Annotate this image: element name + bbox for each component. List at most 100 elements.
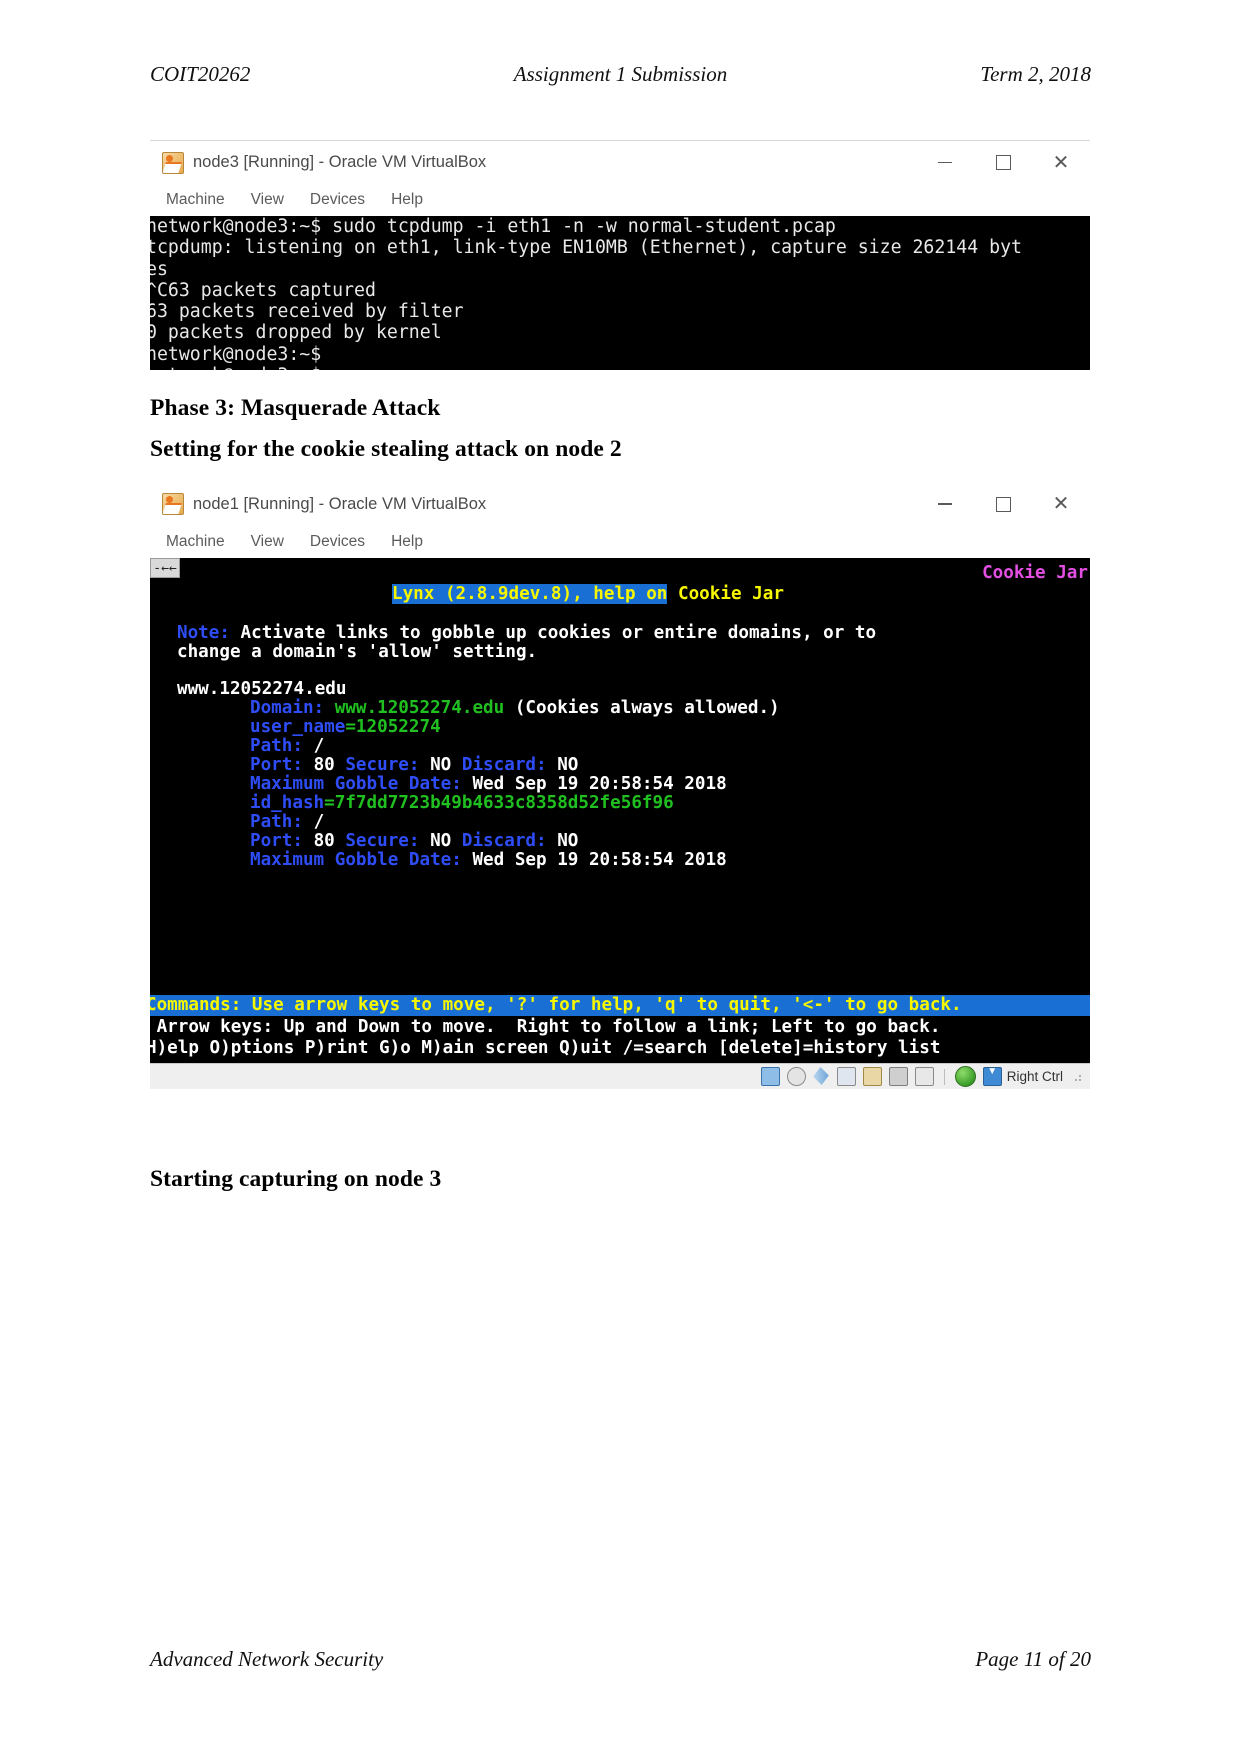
lynx-status-commands: Commands: Use arrow keys to move, '?' fo… <box>150 995 1090 1016</box>
lynx-entry-gobble-value: Wed Sep 19 20:58:54 2018 <box>472 850 727 870</box>
document-page: COIT20262 Assignment 1 Submission Term 2… <box>0 0 1241 1754</box>
sp <box>451 831 462 851</box>
lynx-entry-secure-value: NO <box>430 755 452 775</box>
document-footer: Advanced Network Security Page 11 of 20 <box>150 1647 1091 1672</box>
lynx-note-line-1: Note: Activate links to gobble up cookie… <box>177 623 877 643</box>
lynx-entry-discard-label: Discard: <box>461 755 547 775</box>
menu-item-devices[interactable]: Devices <box>310 191 365 209</box>
lynx-title-highlight: Lynx (2.8.9dev.8), help on <box>392 584 668 604</box>
lynx-note-text: Activate links to gobble up cookies or e… <box>229 623 877 643</box>
menu-item-machine[interactable]: Machine <box>166 533 225 551</box>
vm-window-node3[interactable]: node3 [Running] - Oracle VM VirtualBox ✕… <box>150 140 1090 370</box>
menubar-node1[interactable]: Machine View Devices Help <box>150 526 1090 558</box>
lynx-entry-idhash-value: =7f7dd7723b49b4633c8358d52fe56f96 <box>324 793 674 813</box>
menu-item-machine[interactable]: Machine <box>166 191 225 209</box>
terminal-line: network@node3:~$ <box>150 343 322 365</box>
lynx-back-tab[interactable]: -←← <box>150 558 180 578</box>
sp <box>547 831 558 851</box>
lynx-entry-port-value: 80 <box>313 755 335 775</box>
lynx-entry-port-1: Port: 80 Secure: NO Discard: NO <box>250 755 578 775</box>
lynx-entry-discard-value: NO <box>557 831 579 851</box>
sp <box>462 850 473 870</box>
menu-item-view[interactable]: View <box>251 533 284 551</box>
terminal-output: network@node3:~$ sudo tcpdump -i eth1 -n… <box>150 216 1022 370</box>
sp <box>303 812 314 832</box>
menu-item-devices[interactable]: Devices <box>310 533 365 551</box>
lynx-entry-port-label: Port: <box>250 831 303 851</box>
footer-unit-name: Advanced Network Security <box>150 1647 384 1671</box>
lynx-entry-label[interactable]: id_hash <box>250 793 324 813</box>
lynx-page-label: Cookie Jar <box>982 563 1088 583</box>
status-separator <box>943 1068 945 1085</box>
vm-status-bar: Right Ctrl <box>150 1063 1090 1089</box>
lynx-note-line-2: change a domain's 'allow' setting. <box>177 642 538 662</box>
sp <box>547 755 558 775</box>
minimize-button[interactable] <box>916 141 974 184</box>
close-button[interactable]: ✕ <box>1032 141 1090 184</box>
heading-phase-3: Phase 3: Masquerade Attack <box>150 395 441 421</box>
resize-grip[interactable] <box>1074 1071 1084 1082</box>
lynx-note-label[interactable]: Note: <box>177 623 230 643</box>
lynx-entry-label[interactable]: user_name <box>250 717 345 737</box>
terminal-line: 0 packets dropped by kernel <box>150 322 442 344</box>
terminal-line: ^C63 packets captured <box>150 279 376 301</box>
lynx-entry-label: Maximum Gobble Date: <box>250 774 462 794</box>
virtualbox-icon <box>162 151 184 174</box>
menu-item-help[interactable]: Help <box>391 191 423 209</box>
terminal-line: tcpdump: listening on eth1, link-type EN… <box>150 237 1022 259</box>
lynx-entry-path-value: / <box>313 736 325 756</box>
lynx-help-line-1: Arrow keys: Up and Down to move. Right t… <box>150 1017 941 1037</box>
header-title: Assignment 1 Submission <box>513 62 728 86</box>
lynx-entry-label: Path: <box>250 812 303 832</box>
lynx-entry-idhash: id_hash=7f7dd7723b49b4633c8358d52fe56f96 <box>250 793 674 813</box>
lynx-entry-domain-suffix: (Cookies always allowed.) <box>514 698 780 718</box>
header-course-code: COIT20262 <box>150 62 251 86</box>
terminal-screen-node3[interactable]: network@node3:~$ sudo tcpdump -i eth1 -n… <box>150 216 1090 370</box>
titlebar-node3[interactable]: node3 [Running] - Oracle VM VirtualBox ✕ <box>150 140 1090 184</box>
lynx-title-rest <box>667 584 678 604</box>
floppy-disk-icon[interactable] <box>813 1068 830 1085</box>
optical-disk-icon[interactable] <box>786 1067 806 1086</box>
lynx-title-line: Lynx (2.8.9dev.8), help on Cookie Jar <box>392 584 784 604</box>
virtualbox-icon <box>162 493 184 515</box>
lynx-entry-domain-value: www.12052274.edu <box>334 698 505 718</box>
lynx-browser-screen[interactable]: -←← Cookie Jar Lynx (2.8.9dev.8), help o… <box>150 558 1090 1063</box>
terminal-line: 63 packets received by filter <box>150 301 464 323</box>
titlebar-node1[interactable]: node1 [Running] - Oracle VM VirtualBox ✕ <box>150 482 1090 526</box>
sp <box>335 755 346 775</box>
window-title-node3: node3 [Running] - Oracle VM VirtualBox <box>193 153 487 171</box>
lynx-entry-label: Path: <box>250 736 303 756</box>
lynx-help-line-2: H)elp O)ptions P)rint G)o M)ain screen Q… <box>150 1038 941 1058</box>
minimize-button[interactable] <box>916 482 974 526</box>
menu-item-view[interactable]: View <box>251 191 284 209</box>
video-capture-icon[interactable] <box>888 1067 908 1086</box>
window-title-node1: node1 [Running] - Oracle VM VirtualBox <box>193 494 487 513</box>
lynx-entry-port-value: 80 <box>313 831 335 851</box>
close-button[interactable]: ✕ <box>1032 482 1090 526</box>
document-header: COIT20262 Assignment 1 Submission Term 2… <box>150 62 1091 92</box>
host-key-label: Right Ctrl <box>1006 1069 1063 1084</box>
menubar-node3[interactable]: Machine View Devices Help <box>150 184 1090 216</box>
lynx-entry-gobble-2: Maximum Gobble Date: Wed Sep 19 20:58:54… <box>250 850 727 870</box>
sp <box>420 831 431 851</box>
lynx-entry-secure-label: Secure: <box>345 831 420 851</box>
hard-disk-icon[interactable] <box>760 1067 780 1086</box>
vm-window-node1[interactable]: node1 [Running] - Oracle VM VirtualBox ✕… <box>150 482 1090 1097</box>
maximize-button[interactable] <box>974 141 1032 184</box>
usb-icon[interactable] <box>914 1067 934 1086</box>
maximize-button[interactable] <box>974 482 1032 526</box>
lynx-entry-path-1: Path: / <box>250 736 325 756</box>
remote-display-icon[interactable] <box>954 1066 976 1087</box>
lynx-entry-label[interactable]: Domain: <box>250 698 324 718</box>
network-icon[interactable] <box>836 1067 856 1086</box>
terminal-line: es <box>150 258 168 280</box>
lynx-entry-gobble-value: Wed Sep 19 20:58:54 2018 <box>472 774 727 794</box>
lynx-title-subject: Cookie Jar <box>678 584 784 604</box>
sp <box>303 755 314 775</box>
sp <box>462 774 473 794</box>
lynx-entry-secure-value: NO <box>430 831 452 851</box>
heading-starting-capturing: Starting capturing on node 3 <box>150 1166 442 1192</box>
menu-item-help[interactable]: Help <box>391 533 423 551</box>
shared-folders-icon[interactable] <box>862 1067 882 1086</box>
lynx-entry-domain: Domain: www.12052274.edu (Cookies always… <box>250 698 780 718</box>
